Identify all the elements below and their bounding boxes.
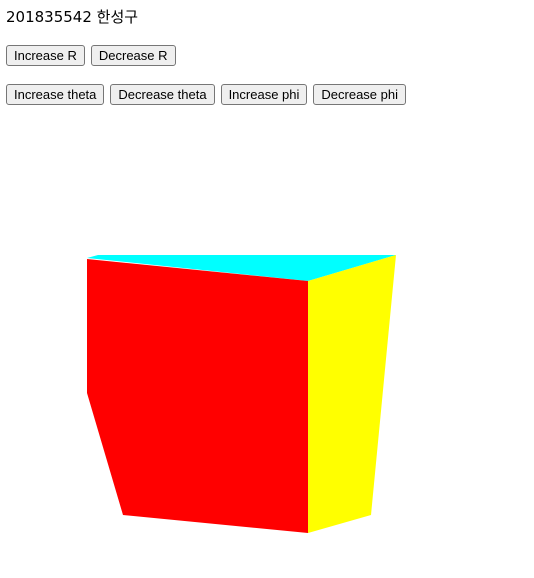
decrease-r-button[interactable]: Decrease R <box>90 45 176 66</box>
front-face <box>87 259 308 533</box>
increase-phi-button[interactable]: Increase phi <box>220 84 308 105</box>
increase-r-button[interactable]: Increase R <box>6 45 85 66</box>
student-id-heading: 201835542 한성구 <box>6 8 139 26</box>
side-face <box>308 255 396 533</box>
increase-theta-button[interactable]: Increase theta <box>6 84 105 105</box>
decrease-phi-button[interactable]: Decrease phi <box>313 84 406 105</box>
cube-render <box>87 255 396 533</box>
webgl-canvas[interactable] <box>0 120 534 574</box>
decrease-theta-button[interactable]: Decrease theta <box>110 84 215 105</box>
radius-controls: Increase R Decrease R <box>6 45 176 66</box>
angle-controls: Increase theta Decrease theta Increase p… <box>6 84 406 105</box>
